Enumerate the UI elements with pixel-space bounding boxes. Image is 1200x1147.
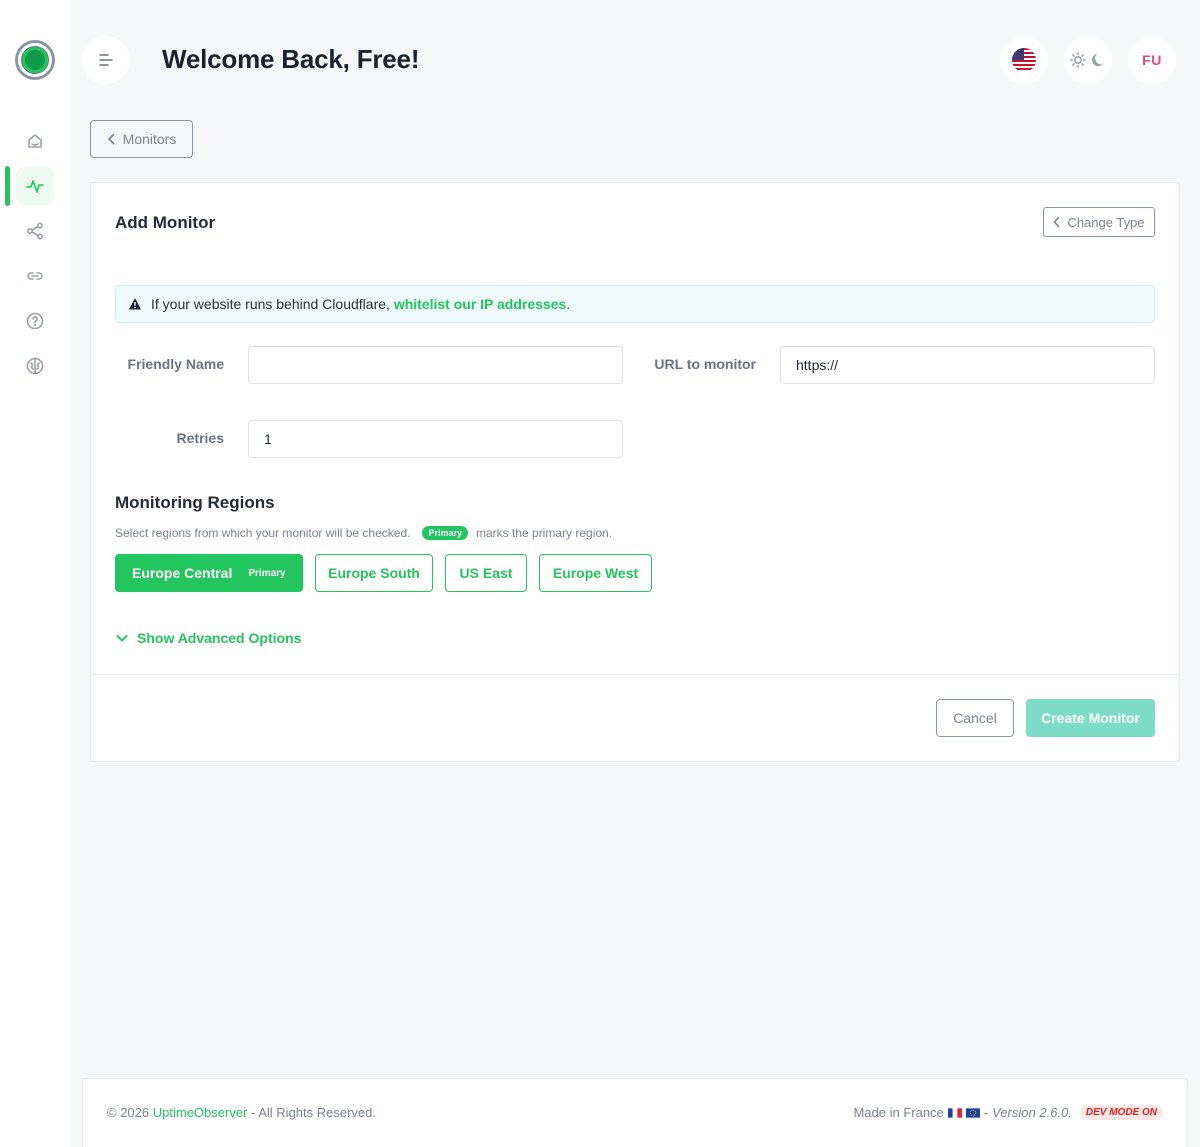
link-icon xyxy=(27,272,43,280)
eu-flag-icon xyxy=(965,1107,980,1118)
footer-dash: - xyxy=(983,1105,989,1120)
sidebar xyxy=(0,0,70,1147)
moon-icon xyxy=(1091,53,1105,67)
sidebar-item-links[interactable] xyxy=(16,257,54,295)
friendly-name-input[interactable] xyxy=(248,346,623,384)
sidebar-item-monitors[interactable] xyxy=(16,167,54,205)
region-europe-west[interactable]: Europe West xyxy=(539,554,652,592)
france-flag-icon xyxy=(947,1107,962,1118)
add-monitor-card: Add Monitor Change Type If your website … xyxy=(90,182,1180,762)
share-icon xyxy=(26,222,44,240)
help-icon xyxy=(26,312,44,330)
create-monitor-button[interactable]: Create Monitor xyxy=(1026,699,1155,737)
region-label: Europe South xyxy=(328,565,420,581)
brain-icon xyxy=(26,357,44,375)
show-advanced-options-toggle[interactable]: Show Advanced Options xyxy=(115,630,301,646)
cancel-button[interactable]: Cancel xyxy=(936,699,1014,737)
sidebar-item-help[interactable] xyxy=(16,302,54,340)
alert-text: If your website runs behind Cloudflare, xyxy=(151,296,390,312)
user-avatar-button[interactable]: FU xyxy=(1128,36,1176,84)
menu-icon xyxy=(99,54,113,66)
retries-label: Retries xyxy=(176,430,224,446)
copyright-year: © 2026 xyxy=(107,1105,150,1120)
footer-version: Made in France - Version 2.6.0. DEV MODE… xyxy=(853,1105,1163,1120)
primary-pill: Primary xyxy=(422,526,468,540)
friendly-name-label: Friendly Name xyxy=(127,356,224,372)
region-label: Europe Central xyxy=(132,565,233,581)
rights-text: - All Rights Reserved. xyxy=(251,1105,377,1120)
active-indicator xyxy=(5,166,10,206)
menu-toggle-button[interactable] xyxy=(82,36,130,84)
avatar-initials: FU xyxy=(1142,52,1162,68)
logo[interactable] xyxy=(15,40,55,80)
sidebar-item-home[interactable] xyxy=(16,122,54,160)
sun-icon xyxy=(1070,52,1086,68)
sidebar-item-integrations[interactable] xyxy=(16,212,54,250)
chevron-down-icon xyxy=(116,634,128,642)
logo-ring xyxy=(18,43,52,77)
region-europe-south[interactable]: Europe South xyxy=(315,554,433,592)
change-type-button[interactable]: Change Type xyxy=(1043,207,1155,237)
page-title: Welcome Back, Free! xyxy=(162,44,420,74)
warning-icon xyxy=(129,298,141,310)
primary-tag: Primary xyxy=(248,567,286,579)
alert-period: . xyxy=(566,296,571,312)
whitelist-link[interactable]: whitelist our IP addresses xyxy=(394,296,566,312)
chevron-left-icon xyxy=(107,133,115,145)
regions-title: Monitoring Regions xyxy=(115,493,275,512)
regions-help: Select regions from which your monitor w… xyxy=(115,526,612,540)
card-divider xyxy=(91,674,1179,675)
regions-help-text: Select regions from which your monitor w… xyxy=(115,526,411,540)
back-button-label: Monitors xyxy=(122,131,177,147)
advanced-label: Show Advanced Options xyxy=(137,630,302,646)
url-input[interactable]: https:// xyxy=(780,346,1155,384)
version-text: Version 2.6.0. xyxy=(992,1105,1072,1120)
url-label: URL to monitor xyxy=(654,356,756,372)
regions-help-suffix: marks the primary region. xyxy=(476,526,613,540)
theme-toggle-button[interactable] xyxy=(1064,36,1112,84)
region-us-east[interactable]: US East xyxy=(445,554,527,592)
chevron-left-icon xyxy=(1053,216,1061,228)
card-title: Add Monitor xyxy=(115,213,216,232)
brand-link[interactable]: UptimeObserver xyxy=(153,1105,248,1120)
home-icon xyxy=(28,134,42,148)
region-europe-central[interactable]: Europe Central Primary xyxy=(115,554,303,592)
us-flag-icon xyxy=(1012,48,1036,72)
language-button[interactable] xyxy=(1000,36,1048,84)
dev-mode-badge: DEV MODE ON xyxy=(1079,1105,1163,1120)
activity-icon xyxy=(26,180,44,193)
cloudflare-alert: If your website runs behind Cloudflare, … xyxy=(115,285,1155,323)
made-in-text: Made in France xyxy=(853,1105,944,1120)
footer: © 2026 UptimeObserver - All Rights Reser… xyxy=(82,1078,1188,1147)
region-label: US East xyxy=(459,565,513,581)
region-label: Europe West xyxy=(552,565,639,581)
theme-icons xyxy=(1069,51,1107,69)
back-to-monitors-button[interactable]: Monitors xyxy=(90,120,193,158)
logo-dot xyxy=(25,50,45,70)
change-type-label: Change Type xyxy=(1067,214,1145,230)
retries-input[interactable]: 1 xyxy=(248,420,623,458)
sidebar-item-ai[interactable] xyxy=(16,347,54,385)
footer-copyright: © 2026 UptimeObserver - All Rights Reser… xyxy=(107,1105,376,1120)
flag-canton xyxy=(1012,48,1024,60)
